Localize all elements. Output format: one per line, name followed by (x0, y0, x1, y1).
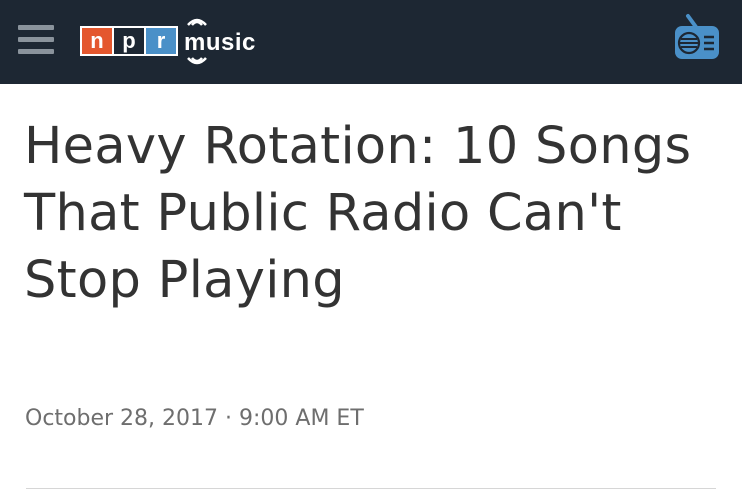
top-navigation-bar: n p r music (0, 0, 742, 84)
radio-icon-graphic (675, 14, 719, 59)
npr-letter-p: p (114, 28, 144, 54)
radio-icon[interactable] (672, 13, 722, 63)
npr-letter-r: r (146, 28, 176, 54)
sound-wave-icon (187, 18, 207, 26)
dateline-separator: · (225, 406, 233, 431)
menu-line (18, 37, 54, 42)
article-title: Heavy Rotation: 10 Songs That Public Rad… (24, 117, 692, 310)
music-wordmark: music (184, 18, 256, 65)
music-label: music (184, 29, 256, 56)
menu-line (18, 25, 54, 30)
content-divider (26, 488, 716, 489)
npr-music-logo[interactable]: n p r music (80, 18, 256, 65)
article-time: 9:00 AM ET (239, 406, 364, 431)
npr-letter-n: n (82, 28, 112, 54)
npr-logo: n p r (80, 26, 178, 56)
sound-wave-icon (187, 57, 207, 65)
article-date: October 28, 2017 (25, 406, 219, 431)
menu-line (18, 49, 54, 54)
article-dateline: October 28, 2017 · 9:00 AM ET (25, 404, 364, 434)
hamburger-menu-icon[interactable] (18, 25, 54, 57)
